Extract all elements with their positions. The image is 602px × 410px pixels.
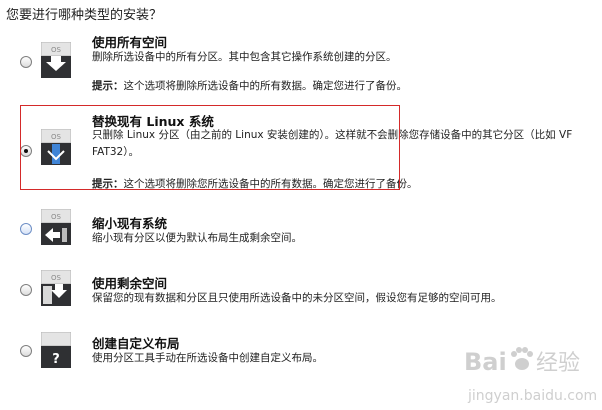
radio-use-free-space[interactable]: [20, 284, 32, 296]
option-replace-linux[interactable]: OS 替换现有 Linux 系统 只删除 Linux 分区（由之前的 Linux…: [0, 105, 602, 190]
option-description: 删除所选设备中的所有分区。其中包含其它操作系统创建的分区。: [92, 51, 397, 63]
disk-shrink-icon: OS: [41, 209, 71, 245]
option-description-line1: 只删除 Linux 分区（由之前的 Linux 安装创建的）。这样就不会删除您存…: [92, 129, 573, 141]
hint-text: 这个选项将删除所选设备中的所有数据。确定您进行了备份。: [123, 80, 408, 92]
hint-label: 提示：: [92, 80, 124, 92]
paw-icon: [511, 347, 533, 370]
radio-use-all-space[interactable]: [20, 56, 32, 68]
hint-text: 这个选项将删除您所选设备中的所有数据。确定您进行了备份。: [123, 178, 418, 190]
option-description: 保留您的现有数据和分区且只使用所选设备中的未分区空间，假设您有足够的空间可用。: [92, 292, 502, 304]
question-mark: ?: [52, 352, 60, 367]
option-description: 缩小现有分区以便为默认布局生成剩余空间。: [92, 232, 302, 244]
os-label: OS: [51, 274, 62, 282]
watermark-brand: Bai: [464, 348, 507, 376]
hint-label: 提示：: [92, 178, 124, 190]
option-hint: 提示：这个选项将删除所选设备中的所有数据。确定您进行了备份。: [92, 78, 407, 93]
radio-shrink-system[interactable]: [20, 223, 32, 235]
install-type-question: 您要进行哪种类型的安装？: [6, 8, 163, 23]
disk-replace-linux-icon: OS: [41, 129, 71, 165]
disk-erase-icon: OS: [41, 42, 71, 78]
option-hint: 提示：这个选项将删除您所选设备中的所有数据。确定您进行了备份。: [92, 176, 418, 191]
watermark-url: jingyan.baidu.com: [467, 388, 597, 404]
os-label: OS: [51, 133, 62, 141]
os-label: OS: [51, 213, 62, 221]
os-label: OS: [51, 46, 62, 54]
option-use-free-space[interactable]: OS 使用剩余空间 保留您的现有数据和分区且只使用所选设备中的未分区空间，假设您…: [0, 265, 602, 315]
option-shrink-system[interactable]: OS 缩小现有系统 缩小现有分区以便为默认布局生成剩余空间。: [0, 205, 602, 255]
disk-custom-layout-icon: ?: [41, 332, 71, 368]
option-description: 使用分区工具手动在所选设备中创建自定义布局。: [92, 352, 323, 364]
radio-custom-layout[interactable]: [20, 345, 32, 357]
radio-replace-linux[interactable]: [20, 145, 32, 157]
disk-free-space-icon: OS: [41, 270, 71, 306]
baidu-jingyan-watermark: Bai 经验 jingyan.baidu.com: [464, 347, 597, 404]
watermark-brand2: 经验: [536, 351, 580, 376]
option-description-line2: FAT32）。: [92, 146, 139, 158]
option-use-all-space[interactable]: OS 使用所有空间 删除所选设备中的所有分区。其中包含其它操作系统创建的分区。 …: [0, 28, 602, 98]
